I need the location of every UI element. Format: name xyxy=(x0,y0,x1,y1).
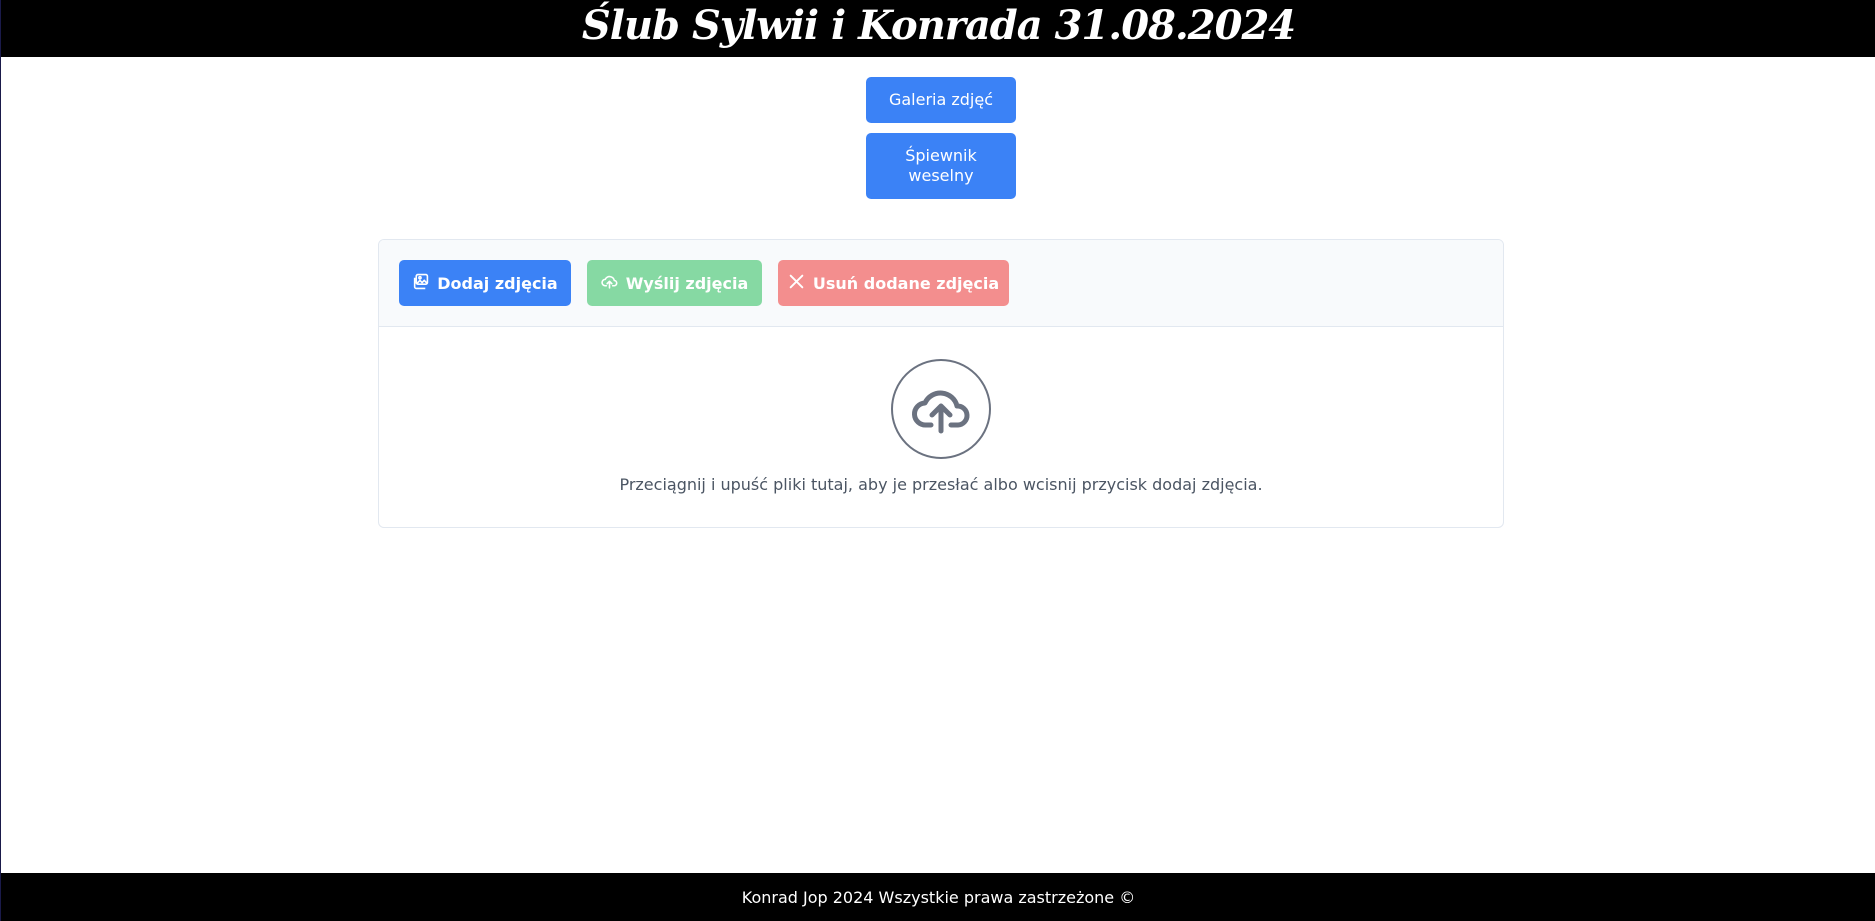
songbook-button[interactable]: Śpiewnik weselny xyxy=(866,133,1016,199)
uploader-toolbar: Dodaj zdjęcia Wyślij zdjęcia Usuń dodane… xyxy=(379,240,1503,327)
gallery-button[interactable]: Galeria zdjęć xyxy=(866,77,1016,123)
drop-zone-hint: Przeciągnij i upuść pliki tutaj, aby je … xyxy=(619,475,1263,494)
cloud-upload-icon xyxy=(891,359,991,459)
send-photos-label: Wyślij zdjęcia xyxy=(625,273,749,293)
copyright-text: Konrad Jop 2024 Wszystkie prawa zastrzeż… xyxy=(741,887,1136,907)
drop-zone[interactable]: Przeciągnij i upuść pliki tutaj, aby je … xyxy=(379,327,1503,527)
add-photos-button[interactable]: Dodaj zdjęcia xyxy=(399,260,571,306)
photo-uploader: Dodaj zdjęcia Wyślij zdjęcia Usuń dodane… xyxy=(378,239,1504,528)
add-photos-label: Dodaj zdjęcia xyxy=(437,273,558,293)
cloud-upload-icon xyxy=(601,273,618,294)
page-header: Ślub Sylwii i Konrada 31.08.2024 xyxy=(1,0,1875,57)
remove-photos-button[interactable]: Usuń dodane zdjęcia xyxy=(778,260,1009,306)
page-footer: Konrad Jop 2024 Wszystkie prawa zastrzeż… xyxy=(1,873,1875,921)
remove-photos-label: Usuń dodane zdjęcia xyxy=(812,273,1000,293)
close-icon xyxy=(788,273,805,294)
images-icon xyxy=(412,273,429,294)
send-photos-button[interactable]: Wyślij zdjęcia xyxy=(587,260,762,306)
page-title: Ślub Sylwii i Konrada 31.08.2024 xyxy=(581,1,1296,49)
